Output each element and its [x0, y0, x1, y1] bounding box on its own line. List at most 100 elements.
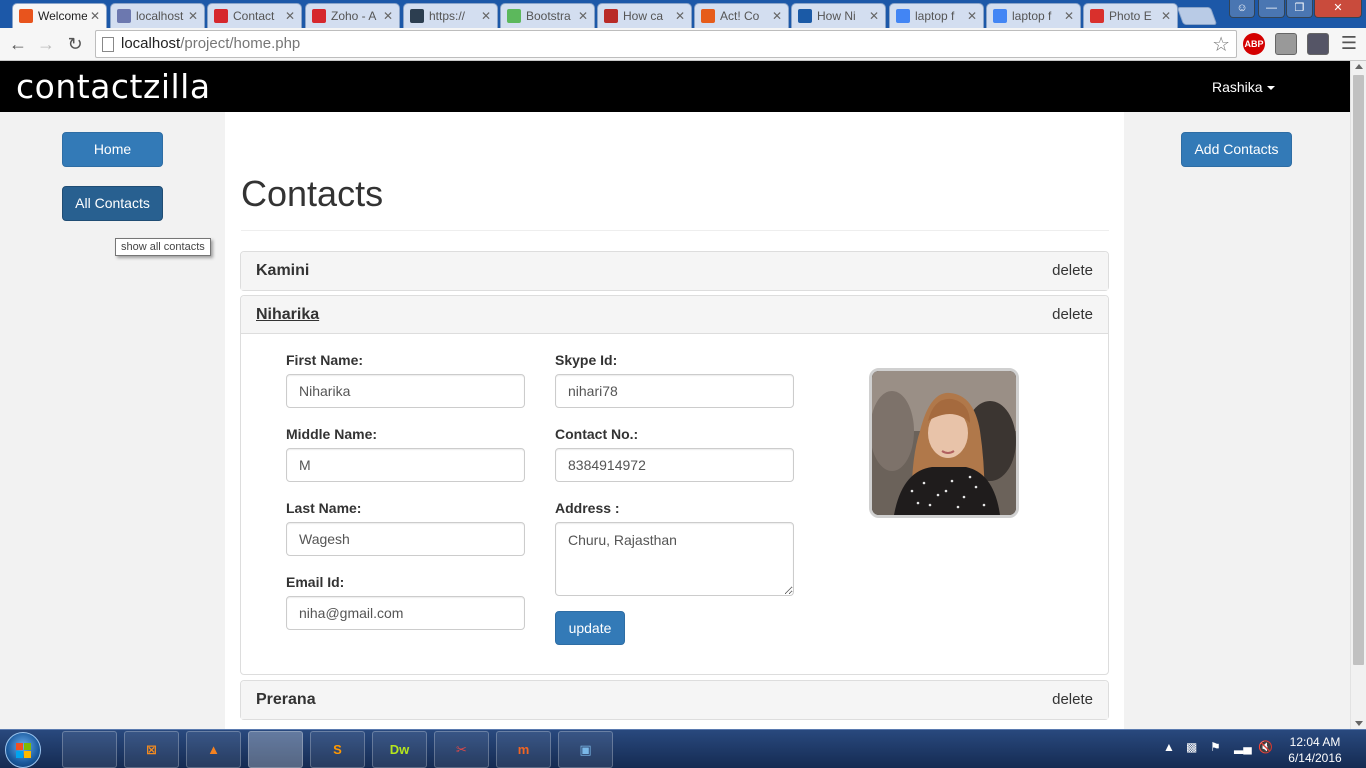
delete-contact-link[interactable]: delete	[1052, 691, 1093, 708]
close-tab-icon[interactable]: ✕	[772, 9, 782, 23]
contact-panel-heading: Prerana delete	[241, 681, 1108, 719]
file-explorer-icon[interactable]	[62, 731, 117, 768]
maximize-button[interactable]: ❐	[1286, 0, 1313, 18]
close-tab-icon[interactable]: ✕	[90, 9, 100, 23]
browser-tab[interactable]: localhost ✕	[110, 3, 205, 28]
shield-extension-icon[interactable]	[1307, 33, 1329, 55]
snipping-tool-icon[interactable]: ✂	[434, 731, 489, 768]
user-profile-button[interactable]: ☺	[1229, 0, 1255, 18]
minimize-button[interactable]: —	[1258, 0, 1285, 18]
show-hidden-icons[interactable]: ▲	[1163, 740, 1175, 754]
chrome-menu-icon[interactable]: ☰	[1338, 33, 1360, 55]
delete-contact-link[interactable]: delete	[1052, 262, 1093, 279]
close-tab-icon[interactable]: ✕	[1161, 9, 1171, 23]
photo-viewer-icon[interactable]: ▣	[558, 731, 613, 768]
browser-tab[interactable]: How ca ✕	[597, 3, 692, 28]
browser-tab[interactable]: Welcome ✕	[12, 3, 107, 28]
network-signal-icon[interactable]: ▂▄	[1234, 740, 1252, 754]
forward-icon[interactable]: →	[33, 32, 59, 58]
last-name-input[interactable]	[286, 522, 525, 556]
tab-title: Photo E	[1109, 9, 1152, 23]
close-window-button[interactable]: ✕	[1314, 0, 1362, 18]
middle-name-input[interactable]	[286, 448, 525, 482]
scroll-down-icon[interactable]	[1355, 721, 1363, 726]
close-tab-icon[interactable]: ✕	[1064, 9, 1074, 23]
vlc-icon[interactable]: ▲	[186, 731, 241, 768]
photo-editor-icon	[1090, 9, 1104, 23]
tab-title: localhost	[136, 9, 184, 23]
add-contacts-button[interactable]: Add Contacts	[1181, 132, 1292, 167]
bookmark-star-icon[interactable]: ☆	[1212, 32, 1230, 57]
micromax-icon[interactable]: m	[496, 731, 551, 768]
devices-icon[interactable]: ▩	[1186, 740, 1197, 754]
system-clock[interactable]: 12:04 AM 6/14/2016	[1280, 734, 1350, 766]
action-center-flag-icon[interactable]: ⚑	[1210, 740, 1221, 754]
all-contacts-button[interactable]: All Contacts	[62, 186, 163, 221]
contact-panel-niharika: Niharika delete First Name: Middle Name:…	[240, 295, 1109, 675]
browser-tab[interactable]: https:// ✕	[403, 3, 498, 28]
volume-muted-icon[interactable]: 🔇	[1258, 740, 1273, 754]
home-button[interactable]: Home	[62, 132, 163, 167]
vertical-scrollbar[interactable]	[1350, 61, 1366, 729]
tab-title: Zoho - A	[331, 9, 377, 23]
address-bar[interactable]: localhost/project/home.php ☆	[95, 30, 1237, 58]
browser-tab[interactable]: Contact ✕	[207, 3, 302, 28]
scroll-up-icon[interactable]	[1355, 64, 1363, 69]
browser-tab[interactable]: laptop f ✕	[986, 3, 1081, 28]
skype-id-input[interactable]	[555, 374, 794, 408]
first-name-label: First Name:	[286, 352, 364, 368]
close-tab-icon[interactable]: ✕	[967, 9, 977, 23]
contact-panel-kamini: Kamini delete	[240, 251, 1109, 291]
clock-date: 6/14/2016	[1288, 751, 1342, 765]
contact-panel-prerana: Prerana delete	[240, 680, 1109, 720]
bootsnipp-icon	[507, 9, 521, 23]
quora-icon	[604, 9, 618, 23]
chrome-icon[interactable]	[248, 731, 303, 768]
site-brand[interactable]: contactzilla	[16, 67, 211, 106]
url-text[interactable]: localhost/project/home.php	[121, 35, 300, 52]
sublime-text-icon[interactable]: S	[310, 731, 365, 768]
update-button[interactable]: update	[555, 611, 625, 645]
user-dropdown[interactable]: Rashika	[1212, 79, 1275, 95]
scrollbar-thumb[interactable]	[1353, 75, 1364, 665]
adblock-plus-icon[interactable]: ABP	[1243, 33, 1265, 55]
contact-photo	[869, 368, 1019, 518]
close-tab-icon[interactable]: ✕	[869, 9, 879, 23]
contact-name-link[interactable]: Niharika	[256, 306, 319, 324]
contact-name-link[interactable]: Prerana	[256, 691, 316, 709]
zoho-icon	[214, 9, 228, 23]
xampp-icon[interactable]: ⊠	[124, 731, 179, 768]
back-icon[interactable]: ←	[5, 32, 31, 58]
contact-name-link[interactable]: Kamini	[256, 262, 309, 280]
browser-tab[interactable]: Act! Co ✕	[694, 3, 789, 28]
close-tab-icon[interactable]: ✕	[188, 9, 198, 23]
close-tab-icon[interactable]: ✕	[481, 9, 491, 23]
browser-tab[interactable]: laptop f ✕	[889, 3, 984, 28]
browser-tab[interactable]: Bootstra ✕	[500, 3, 595, 28]
first-name-input[interactable]	[286, 374, 525, 408]
email-input[interactable]	[286, 596, 525, 630]
url-host: localhost	[121, 35, 181, 52]
close-tab-icon[interactable]: ✕	[675, 9, 685, 23]
extension-icon[interactable]	[1275, 33, 1297, 55]
dreamweaver-icon[interactable]: Dw	[372, 731, 427, 768]
delete-contact-link[interactable]: delete	[1052, 306, 1093, 323]
tab-title: Welcome	[38, 9, 87, 23]
close-tab-icon[interactable]: ✕	[285, 9, 295, 23]
new-tab-button[interactable]	[1176, 7, 1218, 25]
browser-tab[interactable]: How Ni ✕	[791, 3, 886, 28]
close-tab-icon[interactable]: ✕	[383, 9, 393, 23]
address-textarea[interactable]: Churu, Rajasthan	[555, 522, 794, 596]
close-tab-icon[interactable]: ✕	[578, 9, 588, 23]
circle-p-icon	[410, 9, 424, 23]
main-content: Contacts Kamini delete Niharika delete F…	[225, 112, 1124, 729]
page-icon	[102, 37, 114, 52]
reload-icon[interactable]: ↻	[62, 32, 88, 58]
start-button[interactable]	[5, 732, 41, 768]
tab-title: Contact	[233, 9, 275, 23]
contact-number-input[interactable]	[555, 448, 794, 482]
url-path: /project/home.php	[180, 35, 301, 52]
browser-tab[interactable]: Zoho - A ✕	[305, 3, 400, 28]
tab-title: laptop f	[1012, 9, 1052, 23]
browser-tab[interactable]: Photo E ✕	[1083, 3, 1178, 28]
